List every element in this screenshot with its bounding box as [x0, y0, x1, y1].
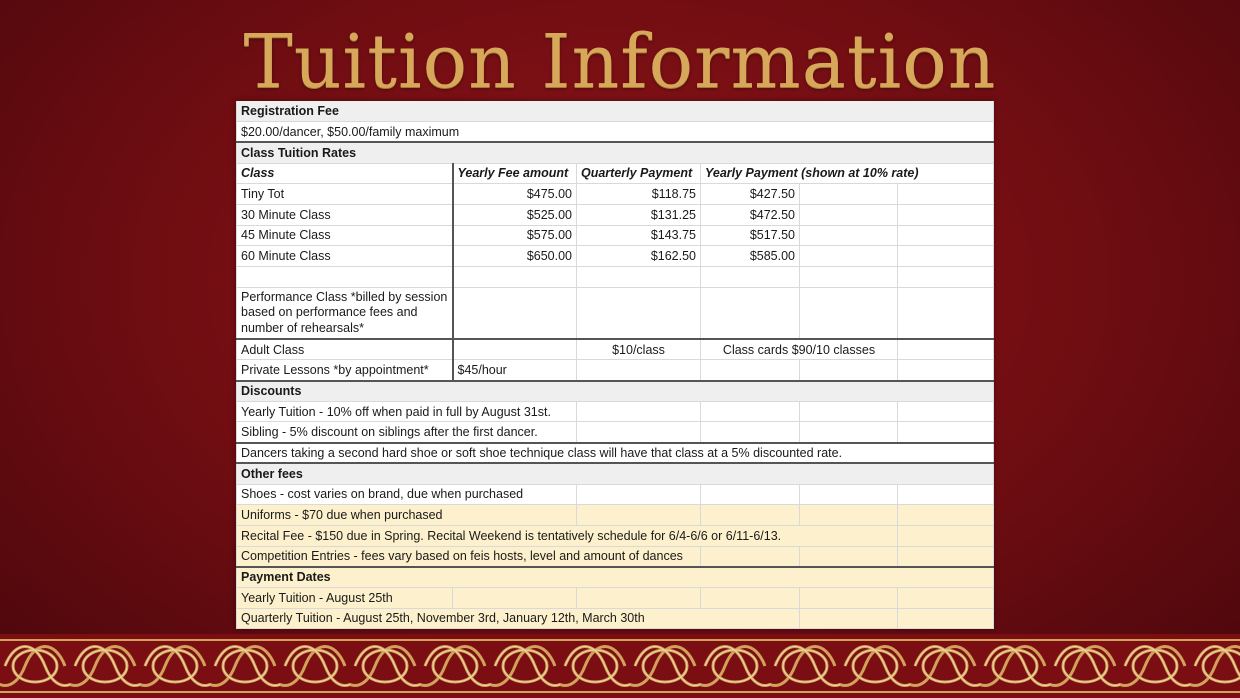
payment-item: Yearly Tuition - August 25th — [236, 586, 453, 609]
discount-item: Yearly Tuition - 10% off when paid in fu… — [236, 400, 577, 423]
yearly-payment: Class cards $90/10 classes — [700, 338, 898, 361]
class-name: 45 Minute Class — [236, 224, 454, 247]
table-row: Tiny Tot $475.00 $118.75 $427.50 — [236, 183, 995, 205]
class-name: 30 Minute Class — [236, 203, 454, 226]
table-row: 60 Minute Class $650.00 $162.50 $585.00 — [236, 245, 995, 267]
column-header: Yearly Payment (shown at 10% rate) — [699, 162, 995, 185]
fee-item: Recital Fee - $150 due in Spring. Recita… — [236, 524, 898, 547]
column-header: Quarterly Payment — [576, 162, 701, 185]
column-header: Yearly Fee amount — [452, 162, 577, 185]
fee-item: Competition Entries - fees vary based on… — [236, 545, 701, 568]
registration-detail: $20.00/dancer, $50.00/family maximum — [235, 121, 995, 143]
discount-item: Sibling - 5% discount on siblings after … — [236, 421, 577, 444]
section-header-row: Other fees — [235, 462, 995, 485]
table-row: Recital Fee - $150 due in Spring. Recita… — [236, 524, 995, 547]
table-row: Quarterly Tuition - August 25th, Novembe… — [236, 607, 995, 630]
column-header-row: Class Yearly Fee amount Quarterly Paymen… — [236, 162, 995, 185]
section-header-row: Class Tuition Rates — [235, 141, 995, 164]
celtic-knot-pattern — [0, 634, 1240, 698]
celtic-knot-border-icon — [0, 634, 1240, 698]
quarterly-payment: $131.25 — [576, 203, 701, 226]
tuition-spreadsheet: Registration Fee $20.00/dancer, $50.00/f… — [235, 101, 995, 630]
fee-item: Shoes - cost varies on brand, due when p… — [236, 483, 577, 506]
table-row: $20.00/dancer, $50.00/family maximum — [235, 121, 995, 143]
table-row: Dancers taking a second hard shoe or sof… — [235, 441, 995, 464]
table-row: Uniforms - $70 due when purchased — [236, 504, 995, 526]
class-name: 60 Minute Class — [236, 245, 454, 267]
table-row: Private Lessons *by appointment* $45/hou… — [236, 359, 995, 382]
yearly-fee: $575.00 — [452, 224, 577, 247]
class-rates-header: Class Tuition Rates — [235, 141, 995, 164]
discount-item: Dancers taking a second hard shoe or sof… — [235, 441, 995, 464]
table-row: Adult Class $10/class Class cards $90/10… — [236, 338, 995, 361]
yearly-fee: $525.00 — [452, 203, 577, 226]
yearly-fee: $650.00 — [452, 245, 577, 267]
yearly-payment: $517.50 — [700, 224, 800, 247]
quarterly-payment: $118.75 — [576, 183, 701, 205]
discounts-header: Discounts — [235, 379, 995, 402]
section-header-row: Payment Dates — [235, 565, 995, 588]
column-header: Class — [236, 162, 454, 185]
payment-dates-header: Payment Dates — [235, 565, 995, 588]
table-row: 45 Minute Class $575.00 $143.75 $517.50 — [236, 224, 995, 247]
registration-header: Registration Fee — [235, 101, 995, 123]
performance-class: Performance Class *billed by session bas… — [236, 286, 454, 340]
table-row: Sibling - 5% discount on siblings after … — [236, 421, 995, 444]
other-fees-header: Other fees — [235, 462, 995, 485]
yearly-fee: $475.00 — [452, 183, 577, 205]
table-row: Performance Class *billed by session bas… — [236, 286, 995, 340]
fee-item: Uniforms - $70 due when purchased — [236, 504, 577, 526]
yearly-fee: $45/hour — [452, 359, 577, 382]
table-row: Yearly Tuition - 10% off when paid in fu… — [236, 400, 995, 423]
table-row: Yearly Tuition - August 25th — [236, 586, 995, 609]
section-header-row: Registration Fee — [235, 101, 995, 123]
payment-item: Quarterly Tuition - August 25th, Novembe… — [236, 607, 800, 630]
yearly-payment: $427.50 — [700, 183, 800, 205]
class-name: Adult Class — [236, 338, 454, 361]
section-header-row: Discounts — [235, 379, 995, 402]
table-row: Competition Entries - fees vary based on… — [236, 545, 995, 568]
page-title: Tuition Information — [243, 19, 997, 105]
quarterly-payment: $10/class — [576, 338, 701, 361]
tuition-table: Registration Fee $20.00/dancer, $50.00/f… — [235, 101, 995, 630]
class-name: Private Lessons *by appointment* — [236, 359, 454, 382]
class-name: Tiny Tot — [236, 183, 454, 205]
quarterly-payment: $162.50 — [576, 245, 701, 267]
table-row — [236, 266, 995, 288]
table-row: Shoes - cost varies on brand, due when p… — [236, 483, 995, 506]
table-row: 30 Minute Class $525.00 $131.25 $472.50 — [236, 203, 995, 226]
yearly-payment: $472.50 — [700, 203, 800, 226]
yearly-payment: $585.00 — [700, 245, 800, 267]
quarterly-payment: $143.75 — [576, 224, 701, 247]
